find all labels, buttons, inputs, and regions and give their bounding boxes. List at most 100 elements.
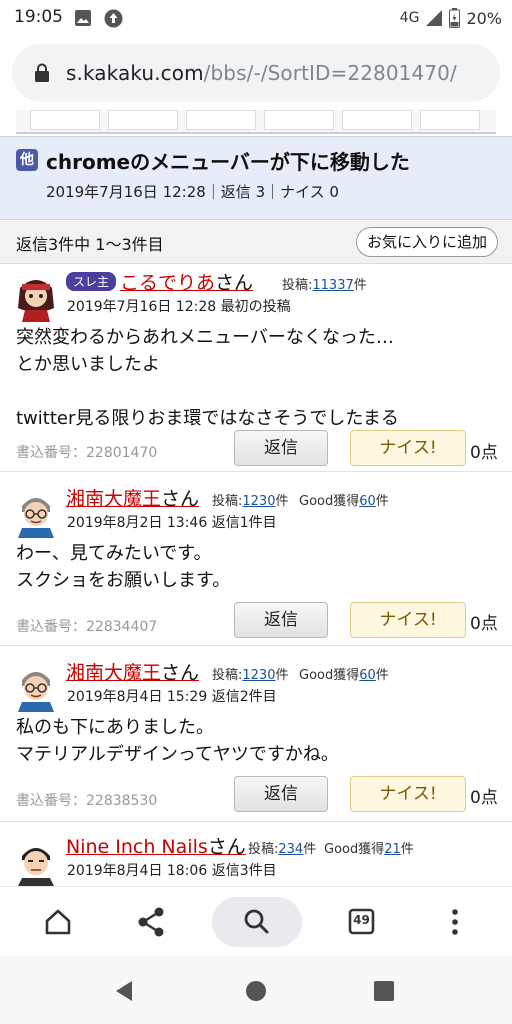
good-count-link[interactable]: 60 [359,668,376,683]
post-count: 投稿:234件 [248,838,316,857]
user-avatar[interactable] [14,838,58,886]
good-label: Good獲得 [299,668,360,683]
post-number: 書込番号：22838530 [16,793,158,809]
username[interactable]: 湘南大魔王さん [66,484,199,511]
thread-starter-badge: スレ主 [66,272,117,291]
username-suffix: さん [161,488,200,510]
product-thumb[interactable] [342,110,412,130]
posts-unit: 件 [353,278,367,293]
good-label: Good獲得 [299,494,360,509]
good-count: Good獲得60件 [299,664,389,683]
post-number: 書込番号：22801470 [16,445,158,461]
username-link[interactable]: こるでりあ [120,272,215,294]
nice-button[interactable]: ナイス! [350,602,466,638]
posts-unit: 件 [275,494,289,509]
tabs-button[interactable]: 49 [336,897,386,947]
network-label: 4G [399,10,420,26]
thread-header: 他 chromeのメニューバーが下に移動した 2019年7月16日 12:28｜… [0,136,512,220]
good-count: Good獲得21件 [324,838,414,857]
add-favorite-button[interactable]: お気に入りに追加 [355,227,498,257]
posts-count-link[interactable]: 234 [278,842,303,857]
signal-icon [426,10,443,26]
good-unit: 件 [375,494,389,509]
good-count-link[interactable]: 60 [359,494,376,509]
status-right: 4G 20% [400,8,502,28]
username[interactable]: 湘南大魔王さん [66,658,199,685]
posts-count-link[interactable]: 1230 [242,494,275,509]
reply-range: 返信3件中 1～3件目 [16,235,164,254]
share-icon[interactable] [126,897,176,947]
status-bar: 19:05 4G 20% [0,0,512,36]
post-count: 投稿:11337件 [282,274,367,293]
home-circle-icon[interactable] [243,978,269,1004]
recents-icon[interactable] [372,979,396,1003]
nice-button[interactable]: ナイス! [350,430,466,466]
page-content[interactable]: 他 chromeのメニューバーが下に移動した 2019年7月16日 12:28｜… [0,110,512,886]
url-host: s.kakaku.com [66,61,204,85]
nice-button[interactable]: ナイス! [350,776,466,812]
reply-button[interactable]: 返信 [234,430,328,466]
good-count-link[interactable]: 21 [384,842,401,857]
battery-label: 20% [466,8,502,28]
post-body: 突然変わるからあれメニューバーなくなった… とか思いましたよ twitter見る… [16,327,399,429]
product-thumb[interactable] [186,110,256,130]
browser-bottom-toolbar: 49 [0,886,512,956]
back-icon[interactable] [112,978,138,1004]
category-badge: 他 [16,149,38,171]
thread-meta: 2019年7月16日 12:28｜返信 3｜ナイス 0 [46,183,339,201]
system-nav-bar [0,956,512,1024]
nice-count: 0点 [470,788,498,808]
username-link[interactable]: 湘南大魔王 [66,488,161,510]
address-bar[interactable]: s.kakaku.com/bbs/-/SortID=22801470/ [12,44,500,102]
post-number: 書込番号：22834407 [16,619,158,635]
posts-unit: 件 [275,668,289,683]
username-suffix: さん [161,662,200,684]
product-thumb[interactable] [420,110,480,130]
nice-count: 0点 [470,443,498,463]
post-count: 投稿:1230件 [212,490,289,509]
user-avatar[interactable] [14,490,58,538]
thread-title: chromeのメニューバーが下に移動した [46,150,410,174]
url-text[interactable]: s.kakaku.com/bbs/-/SortID=22801470/ [66,61,457,85]
good-unit: 件 [375,668,389,683]
posts-count-link[interactable]: 1230 [242,668,275,683]
product-thumb[interactable] [108,110,178,130]
search-pill[interactable] [212,897,302,947]
post-date: 2019年8月4日 15:29 返信2件目 [67,689,277,705]
username-suffix: さん [207,836,246,858]
user-avatar[interactable] [14,664,58,712]
product-thumb[interactable] [30,110,100,130]
user-avatar[interactable] [14,274,58,322]
battery-icon [449,8,461,28]
post-date: 2019年7月16日 12:28 最初の投稿 [67,299,291,315]
post-count: 投稿:1230件 [212,664,289,683]
search-icon[interactable] [232,897,282,947]
username-link[interactable]: 湘南大魔王 [66,662,161,684]
username-link[interactable]: Nine Inch Nails [66,836,208,858]
username[interactable]: スレ主 こるでりあさん [66,268,253,295]
product-thumbnails [16,110,496,134]
reply-range-bar: 返信3件中 1～3件目 お気に入りに追加 [0,220,512,264]
home-icon[interactable] [33,897,83,947]
lock-icon [35,63,49,82]
posts-count-link[interactable]: 11337 [312,278,353,293]
reply-button[interactable]: 返信 [234,776,328,812]
posts-label: 投稿: [248,842,279,857]
good-count: Good獲得60件 [299,490,389,509]
post-body: わー、見てみたいです。 スクショをお願いします。 [16,543,231,591]
posts-label: 投稿: [212,494,243,509]
reply-button[interactable]: 返信 [234,602,328,638]
more-icon[interactable] [430,897,480,947]
posts-label: 投稿: [212,668,243,683]
good-unit: 件 [400,842,414,857]
good-label: Good獲得 [324,842,385,857]
url-path: /bbs/-/SortID=22801470/ [203,61,457,85]
post-item: 湘南大魔王さん 投稿:1230件 Good獲得60件 2019年8月4日 15:… [0,654,512,822]
nice-count: 0点 [470,614,498,634]
username-suffix: さん [215,272,254,294]
post-body: 私のも下にありました。 マテリアルデザインってヤツですかね。 [16,717,339,765]
product-thumb[interactable] [264,110,334,130]
post-date: 2019年8月2日 13:46 返信1件目 [67,515,277,531]
status-time: 19:05 [14,7,63,27]
username[interactable]: Nine Inch Nailsさん [66,832,246,859]
